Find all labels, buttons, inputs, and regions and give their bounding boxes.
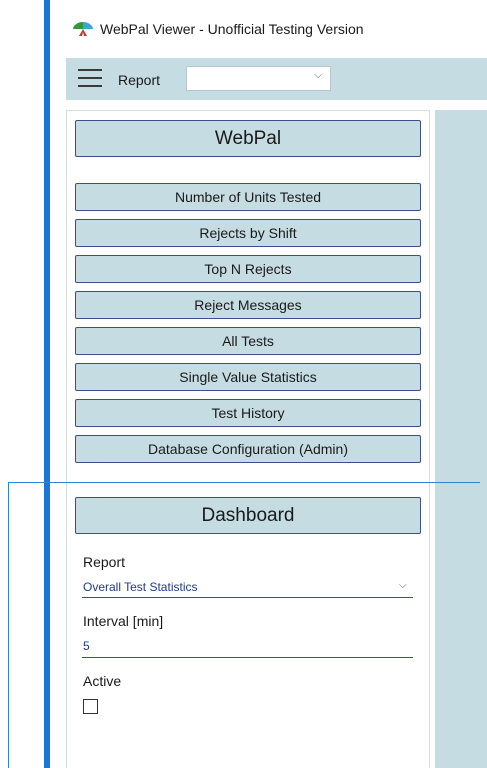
focus-outline-left xyxy=(8,482,9,768)
dashboard-header-button[interactable]: Dashboard xyxy=(75,497,421,534)
dashboard-report-label: Report xyxy=(83,554,126,570)
dashboard-report-select[interactable]: Overall Test Statistics xyxy=(83,579,197,595)
dashboard-report-underline xyxy=(82,597,413,598)
nav-top-n-rejects[interactable]: Top N Rejects xyxy=(75,255,421,283)
active-checkbox[interactable] xyxy=(83,699,98,714)
interval-underline xyxy=(82,657,413,658)
nav-number-of-units-tested[interactable]: Number of Units Tested xyxy=(75,183,421,211)
toolbar-report-select[interactable]: ⌵ xyxy=(186,66,331,91)
nav-all-tests[interactable]: All Tests xyxy=(75,327,421,355)
hamburger-menu-icon[interactable] xyxy=(78,66,102,90)
nav-reject-messages[interactable]: Reject Messages xyxy=(75,291,421,319)
nav-database-configuration[interactable]: Database Configuration (Admin) xyxy=(75,435,421,463)
focus-outline-top xyxy=(8,482,480,483)
nav-rejects-by-shift[interactable]: Rejects by Shift xyxy=(75,219,421,247)
app-icon xyxy=(72,20,94,38)
toolbar-report-label: Report xyxy=(118,72,161,88)
webpal-header-button[interactable]: WebPal xyxy=(75,120,421,157)
active-label: Active xyxy=(83,673,122,689)
nav-single-value-statistics[interactable]: Single Value Statistics xyxy=(75,363,421,391)
interval-label: Interval [min] xyxy=(83,613,164,629)
chevron-down-icon[interactable]: ⌵ xyxy=(399,580,407,591)
window-left-border xyxy=(44,0,50,768)
nav-test-history[interactable]: Test History xyxy=(75,399,421,427)
content-area xyxy=(435,110,487,768)
window-title: WebPal Viewer - Unofficial Testing Versi… xyxy=(100,21,364,37)
chevron-down-icon: ⌵ xyxy=(314,70,322,81)
interval-input[interactable]: 5 xyxy=(83,638,90,654)
